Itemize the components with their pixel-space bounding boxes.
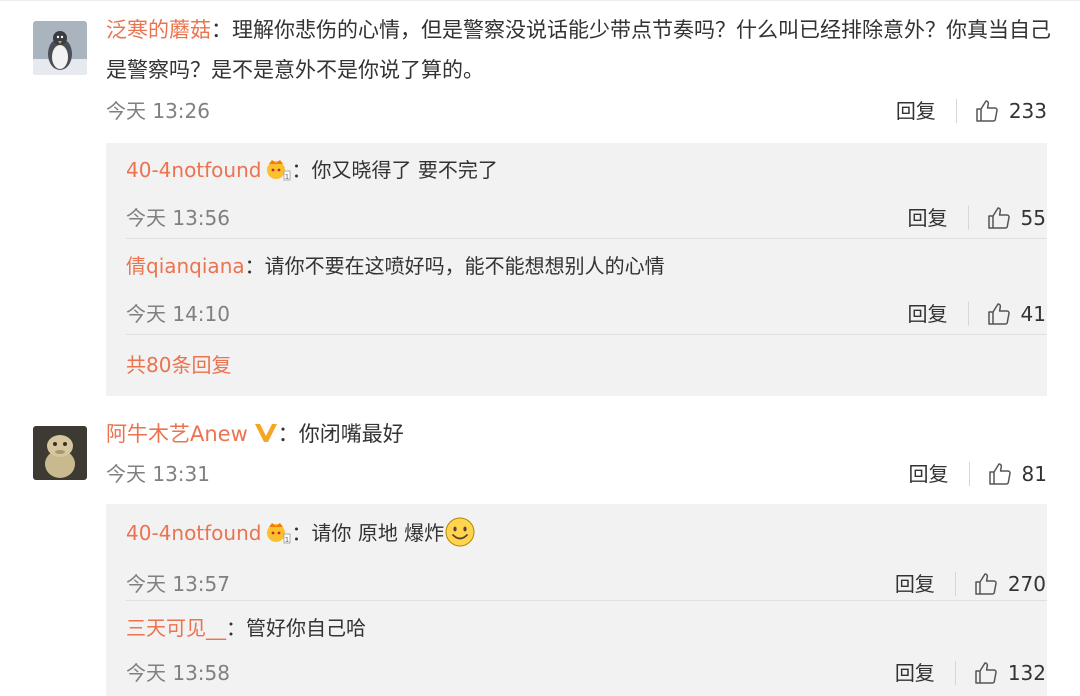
reply-button[interactable]: 回复 <box>908 202 948 234</box>
reply-thread: 40-4notfound 1 ：请你 原地 爆炸 今天 13:57 回复 270 三… <box>106 504 1047 696</box>
like-button[interactable]: 270 <box>974 568 1046 600</box>
reply-button[interactable]: 回复 <box>908 298 948 330</box>
reply-button[interactable]: 回复 <box>895 657 935 689</box>
thumbs-up-icon <box>987 207 1010 229</box>
like-button[interactable]: 132 <box>974 657 1046 689</box>
reply-body: 40-4notfound 1 ：你又晓得了 要不完了 <box>126 153 498 191</box>
reply-thread: 40-4notfound 1 ：你又晓得了 要不完了 今天 13:56 回复 55 … <box>106 143 1047 396</box>
thumbs-up-icon <box>975 662 997 684</box>
username[interactable]: 倩qianqiana <box>126 254 245 278</box>
divider <box>968 462 970 486</box>
reply-button[interactable]: 回复 <box>896 95 936 127</box>
timestamp: 今天 13:57 <box>126 572 230 596</box>
divider <box>954 572 956 596</box>
like-button[interactable]: 233 <box>975 95 1047 127</box>
comment-actions: 回复 233 <box>896 95 1047 127</box>
reply-text: 管好你自己哈 <box>246 616 366 640</box>
reply-meta: 今天 13:56 回复 55 <box>126 202 1046 234</box>
reply-body: 三天可见__：管好你自己哈 <box>126 611 366 645</box>
svg-text:1: 1 <box>285 173 289 181</box>
reply-meta: 今天 14:10 回复 41 <box>126 298 1046 330</box>
colon: ： <box>291 521 312 545</box>
smile-emoji-icon <box>444 516 476 558</box>
comment-actions: 回复 81 <box>909 458 1047 490</box>
username[interactable]: 泛寒的蘑菇 <box>106 18 211 42</box>
colon: ： <box>226 616 246 640</box>
like-button[interactable]: 55 <box>987 202 1046 234</box>
timestamp: 今天 13:26 <box>106 99 210 123</box>
comment-text: 你闭嘴最好 <box>298 422 404 446</box>
like-count: 233 <box>1008 99 1047 123</box>
avatar[interactable] <box>33 426 87 480</box>
svg-text:1: 1 <box>285 536 289 544</box>
thumbs-up-icon <box>975 573 997 595</box>
comment-meta: 今天 13:31 回复 81 <box>106 458 1047 490</box>
timestamp: 今天 13:56 <box>126 206 230 230</box>
colon: ： <box>291 158 312 182</box>
reply-button[interactable]: 回复 <box>909 458 949 490</box>
reply-item: 40-4notfound 1 ：你又晓得了 要不完了 今天 13:56 回复 55 <box>126 153 1046 234</box>
view-all-replies-link[interactable]: 共80条回复 <box>126 348 231 382</box>
like-count: 81 <box>1021 462 1047 486</box>
avatar[interactable] <box>33 21 87 75</box>
reply-actions: 回复 132 <box>895 657 1046 689</box>
like-count: 55 <box>1020 206 1046 230</box>
member-crown-icon: 1 <box>265 520 291 554</box>
reply-meta: 今天 13:58 回复 132 <box>126 657 1046 689</box>
reply-text: 请你 原地 爆炸 <box>311 521 445 545</box>
reply-body: 倩qianqiana：请你不要在这喷好吗，能不能想想别人的心情 <box>126 249 665 283</box>
colon: ： <box>211 18 232 42</box>
verified-v-icon <box>254 417 278 457</box>
reply-actions: 回复 41 <box>908 298 1046 330</box>
reply-button[interactable]: 回复 <box>895 568 935 600</box>
reply-item: 三天可见__：管好你自己哈 今天 13:58 回复 132 <box>126 611 1046 691</box>
figurine-avatar-image <box>33 426 87 480</box>
comment-text: 理解你悲伤的心情，但是警察没说话能少带点节奏吗？什么叫已经排除意外？你真当自己是… <box>106 18 1051 82</box>
timestamp: 今天 14:10 <box>126 302 230 326</box>
username[interactable]: 三天可见__ <box>126 616 226 640</box>
like-count: 270 <box>1007 572 1046 596</box>
reply-text: 请你不要在这喷好吗，能不能想想别人的心情 <box>264 254 665 278</box>
divider <box>967 302 969 326</box>
like-count: 132 <box>1007 661 1046 685</box>
colon: ： <box>244 254 265 278</box>
username[interactable]: 40-4notfound <box>126 158 261 182</box>
timestamp: 今天 13:58 <box>126 661 230 685</box>
divider <box>967 206 969 230</box>
member-crown-icon: 1 <box>265 157 291 191</box>
reply-body: 40-4notfound 1 ：请你 原地 爆炸 <box>126 516 476 558</box>
comment-body: 泛寒的蘑菇：理解你悲伤的心情，但是警察没说话能少带点节奏吗？什么叫已经排除意外？… <box>106 10 1056 90</box>
thumbs-up-icon <box>987 303 1010 325</box>
colon: ： <box>277 422 299 446</box>
like-button[interactable]: 41 <box>987 298 1046 330</box>
username[interactable]: 40-4notfound <box>126 521 261 545</box>
like-count: 41 <box>1020 302 1046 326</box>
reply-item: 倩qianqiana：请你不要在这喷好吗，能不能想想别人的心情 今天 14:10… <box>126 249 1046 330</box>
thumbs-up-icon <box>976 100 998 122</box>
thumbs-up-icon <box>988 463 1011 485</box>
reply-actions: 回复 270 <box>895 568 1046 600</box>
username[interactable]: 阿牛木艺Anew <box>106 422 248 446</box>
comment-body: 阿牛木艺Anew ：你闭嘴最好 <box>106 414 1056 457</box>
reply-meta: 今天 13:57 回复 270 <box>126 568 1046 600</box>
reply-actions: 回复 55 <box>908 202 1046 234</box>
reply-divider <box>126 334 1047 335</box>
penguin-avatar-image <box>33 21 87 75</box>
divider <box>955 99 957 123</box>
timestamp: 今天 13:31 <box>106 462 210 486</box>
comment-meta: 今天 13:26 回复 233 <box>106 95 1047 127</box>
top-divider <box>0 0 1080 1</box>
reply-divider <box>126 600 1047 601</box>
reply-text: 你又晓得了 要不完了 <box>311 158 498 182</box>
divider <box>954 661 956 685</box>
reply-item: 40-4notfound 1 ：请你 原地 爆炸 今天 13:57 回复 270 <box>126 516 1046 596</box>
like-button[interactable]: 81 <box>988 458 1047 490</box>
reply-divider <box>126 238 1047 239</box>
